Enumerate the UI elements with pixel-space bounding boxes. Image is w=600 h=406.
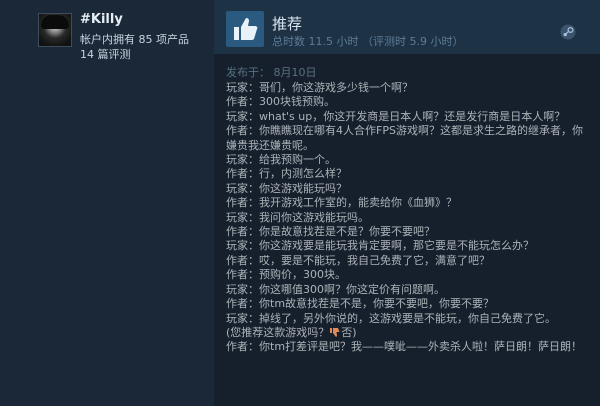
review-verdict[interactable]: 推荐: [272, 13, 302, 34]
review-line: 玩家：what's up，你这开发商是日本人啊？还是发行商是日本人啊？: [226, 109, 566, 123]
review-line: 作者：300块钱预购。: [226, 95, 335, 109]
review-line: 玩家：你这游戏能玩吗？: [226, 181, 347, 195]
review-card: #Killy 帐户内拥有 85 项产品 14 篇评测 推荐 总时数 11.5 小…: [0, 0, 600, 406]
review-line: 作者：预购价，300块。: [226, 268, 346, 282]
review-panel: 推荐 总时数 11.5 小时 （评测时 5.9 小时） 发布于： 8月10日 玩…: [214, 0, 600, 406]
reviewer-name[interactable]: #Killy: [80, 12, 123, 27]
steam-icon: [560, 24, 576, 40]
posted-date: 发布于： 8月10日: [226, 66, 317, 79]
review-line: 作者：你tm打差评是吧？我——噗呲——外卖杀人啦！萨日朗！萨日朗！: [226, 340, 583, 354]
helpful-prefix: (您推荐这款游戏吗？: [226, 325, 330, 339]
helpful-suffix[interactable]: 否): [341, 326, 356, 339]
review-line: 玩家：你这游戏要是能玩我肯定要啊，那它要是不能玩怎么办？: [226, 239, 534, 253]
reviews-count[interactable]: 14 篇评测: [80, 46, 131, 62]
review-body: 玩家：哥们，你这游戏多少钱一个啊？ 作者：300块钱预购。 玩家：what's up…: [226, 81, 592, 355]
review-header: 推荐 总时数 11.5 小时 （评测时 5.9 小时）: [214, 0, 600, 54]
review-line: 作者：你tm故意找茬是不是，你要不要吧，你要不要？: [226, 297, 495, 311]
review-line: 作者：行，内测怎么样？: [226, 167, 347, 181]
review-line: 玩家：掉线了，另外你说的，这游戏要是不能玩，你自己免费了它。: [226, 311, 556, 325]
hours-played: 总时数 11.5 小时 （评测时 5.9 小时）: [272, 35, 464, 48]
review-line: 作者：哎，要是不能玩，我自己免费了它，满意了吧？: [226, 253, 490, 267]
products-owned[interactable]: 帐户内拥有 85 项产品: [80, 31, 189, 47]
avatar[interactable]: [38, 13, 72, 47]
review-line: 玩家：哥们，你这游戏多少钱一个啊？: [226, 81, 413, 94]
reviewer-panel: #Killy 帐户内拥有 85 项产品 14 篇评测: [0, 0, 214, 406]
thumbs-down-icon[interactable]: [330, 327, 340, 337]
helpful-prompt: (您推荐这款游戏吗？ 否): [226, 326, 592, 340]
thumbs-up-icon: [226, 11, 264, 47]
review-line: 作者：你瞧瞧现在哪有4人合作FPS游戏啊？这都是求生之路的继承者，你嫌贵我还嫌贵…: [226, 124, 583, 152]
review-line: 玩家：你这哪值300啊？你这定价有问题啊。: [226, 282, 445, 296]
review-line: 玩家：我问你这游戏能玩吗。: [226, 210, 369, 224]
review-line: 作者：我开游戏工作室的，能卖给你《血狮》？: [226, 196, 457, 210]
review-line: 玩家：给我预购一个。: [226, 153, 336, 167]
review-line: 作者：你是故意找茬是不是？你要不要吧？: [226, 225, 435, 239]
